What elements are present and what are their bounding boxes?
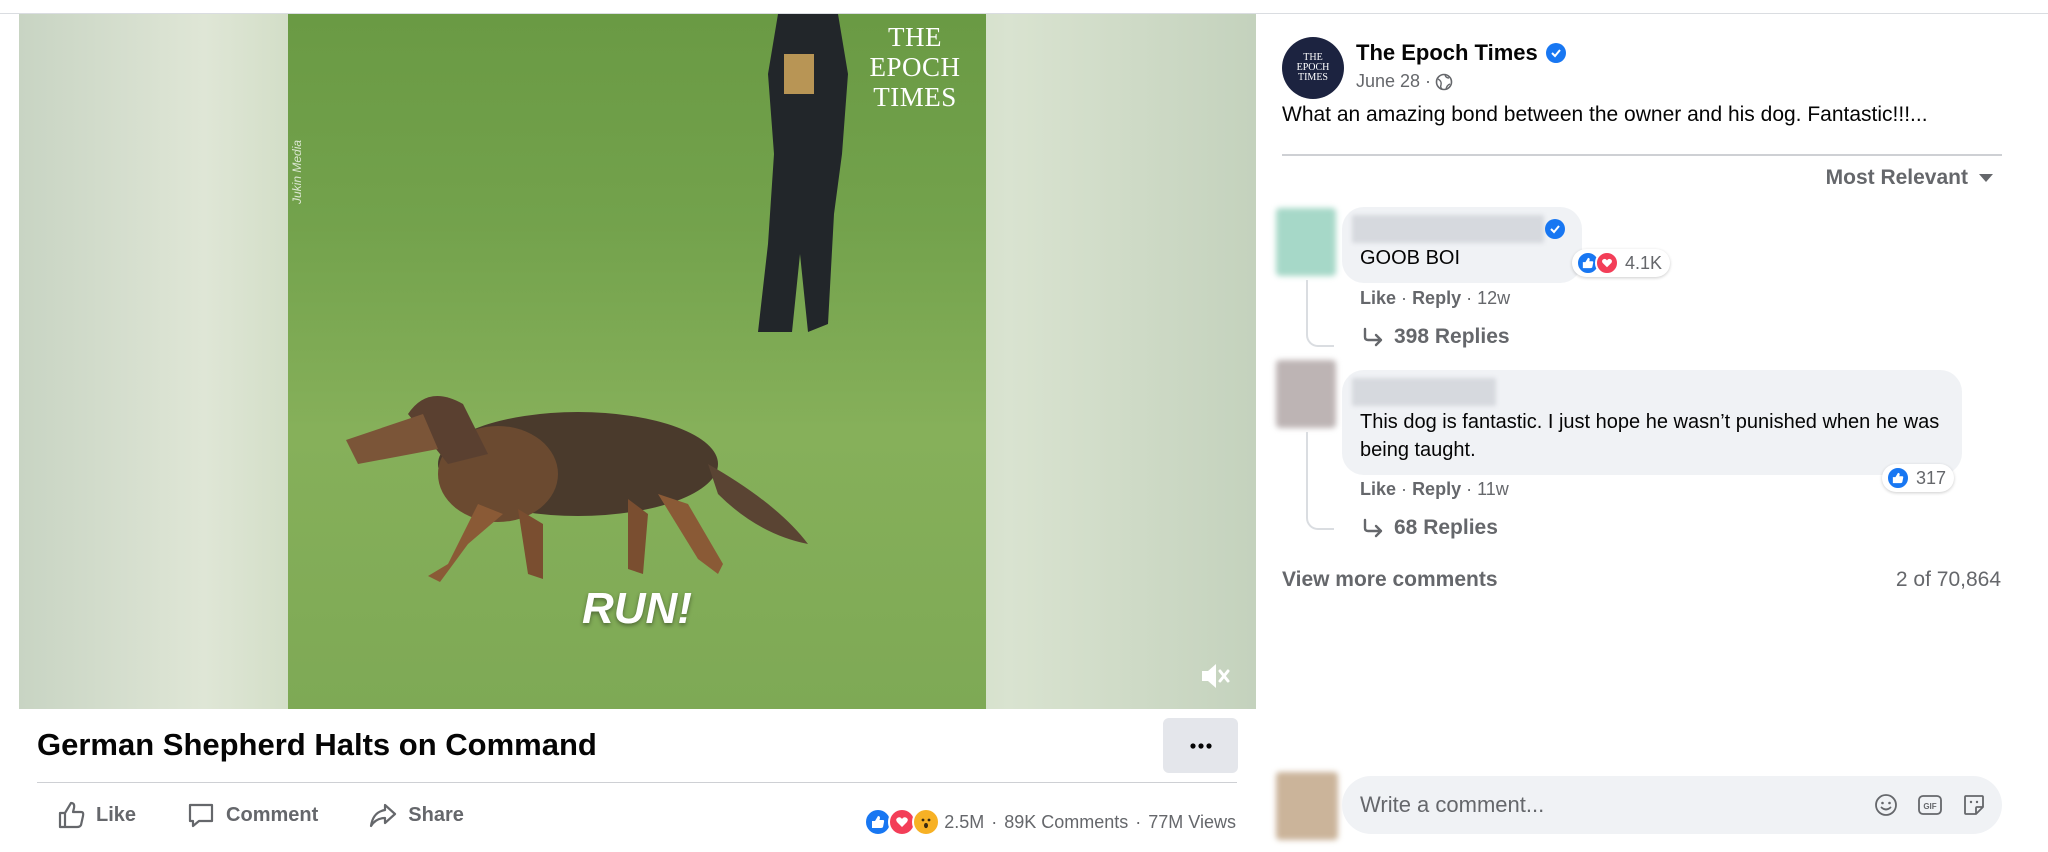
view-replies-link[interactable]: 68 Replies: [1362, 516, 1498, 540]
post-caption[interactable]: What an amazing bond between the owner a…: [1282, 103, 1928, 127]
post-actions: Like Comment Share: [56, 800, 464, 830]
comment-bubble: GOOB BOI: [1342, 207, 1582, 283]
page-avatar[interactable]: THE EPOCH TIMES: [1282, 37, 1344, 99]
divider: [1282, 154, 2002, 156]
comment-like-link[interactable]: Like: [1360, 288, 1396, 308]
comment-reaction-count: 317: [1916, 467, 1947, 488]
commenter-name-blurred: [1352, 378, 1496, 406]
comment-input[interactable]: [1360, 776, 1860, 834]
share-button[interactable]: Share: [368, 800, 464, 830]
comment-bubble: This dog is fantastic. I just hope he wa…: [1342, 370, 1962, 475]
caret-down-icon: [1979, 174, 1993, 182]
more-options-button[interactable]: [1163, 718, 1238, 773]
mute-button[interactable]: [1198, 659, 1232, 693]
comment-text: GOOB BOI: [1360, 247, 1461, 269]
reaction-count[interactable]: 2.5M: [944, 812, 984, 833]
comment-reply-link[interactable]: Reply: [1412, 479, 1461, 499]
reply-arrow-icon: [1363, 518, 1383, 538]
watermark-line: TIMES: [873, 82, 957, 112]
video-player[interactable]: THE EPOCH TIMES Jukin Media RUN!: [19, 14, 1256, 709]
comment-button[interactable]: Comment: [186, 800, 318, 830]
comments-count-indicator: 2 of 70,864: [1895, 568, 2001, 591]
view-replies-link[interactable]: 398 Replies: [1362, 325, 1510, 349]
post-date[interactable]: June 28 ·: [1356, 71, 1453, 92]
comments-count[interactable]: 89K Comments: [1004, 812, 1128, 833]
commenter-avatar[interactable]: [1276, 208, 1336, 276]
composer-tools: GIF: [1872, 791, 1988, 819]
comment-reply-link[interactable]: Reply: [1412, 288, 1461, 308]
globe-icon: [1435, 73, 1453, 90]
comment-like-link[interactable]: Like: [1360, 479, 1396, 499]
comment-meta: Like · Reply · 12w: [1360, 288, 1510, 309]
video-overlay-text: RUN!: [582, 584, 692, 633]
speaker-muted-icon: [1202, 664, 1230, 688]
reply-arrow-icon: [1363, 327, 1383, 347]
more-dots-icon: [1189, 742, 1212, 749]
commenter-name-blurred: [1352, 215, 1544, 243]
reaction-icons[interactable]: [864, 808, 941, 836]
separator: ·: [1401, 288, 1408, 308]
share-label: Share: [408, 803, 464, 826]
gif-icon[interactable]: GIF: [1916, 791, 1944, 819]
wow-reaction-icon: [912, 808, 941, 836]
page-name: The Epoch Times: [1356, 40, 1538, 65]
separator: ·: [1466, 288, 1473, 308]
separator: ·: [1466, 479, 1473, 499]
comment-text: This dog is fantastic. I just hope he wa…: [1360, 411, 1940, 461]
page-name-link[interactable]: The Epoch Times: [1356, 40, 1566, 66]
post-date-text: June 28 ·: [1356, 71, 1432, 91]
sort-dropdown[interactable]: Most Relevant: [1826, 166, 1994, 190]
watermark-line: EPOCH: [869, 52, 961, 82]
video-title: German Shepherd Halts on Command: [37, 727, 597, 762]
thread-line: [1306, 432, 1334, 530]
love-reaction-icon: [1595, 251, 1619, 275]
my-avatar[interactable]: [1276, 772, 1338, 840]
verified-badge-icon: [1545, 43, 1566, 63]
comment-meta: Like · Reply · 11w: [1360, 479, 1509, 500]
comment-label: Comment: [226, 803, 319, 826]
video-frame[interactable]: THE EPOCH TIMES Jukin Media RUN!: [288, 14, 986, 709]
thread-line: [1306, 280, 1334, 347]
commenter-avatar[interactable]: [1276, 360, 1336, 428]
like-button[interactable]: Like: [56, 800, 136, 830]
separator: ·: [1401, 479, 1408, 499]
separator: ·: [1135, 811, 1142, 832]
sort-label: Most Relevant: [1825, 166, 1968, 189]
separator: ·: [991, 811, 998, 832]
speech-bubble-icon: [188, 803, 214, 828]
views-count: 77M Views: [1148, 811, 1236, 832]
like-reaction-icon: [1886, 466, 1910, 490]
comment-time[interactable]: 12w: [1477, 288, 1510, 308]
man-figure: [758, 14, 848, 332]
svg-text:GIF: GIF: [1923, 802, 1936, 811]
emoji-icon[interactable]: [1872, 791, 1900, 819]
divider: [37, 782, 1237, 783]
replies-count: 398 Replies: [1394, 325, 1510, 348]
watermark-line: THE: [888, 22, 942, 52]
video-watermark: THE EPOCH TIMES: [860, 22, 970, 112]
video-credit: Jukin Media: [290, 139, 304, 204]
like-label: Like: [96, 803, 137, 826]
thumbs-up-icon: [58, 801, 85, 829]
avatar-text: TIMES: [1297, 72, 1328, 83]
comment-reaction-count: 4.1K: [1625, 252, 1663, 273]
post-stats: 2.5M · 89K Comments · 77M Views: [864, 808, 1236, 836]
comment-reactions[interactable]: 317: [1882, 464, 1955, 492]
comment-composer[interactable]: GIF: [1342, 776, 2002, 834]
sticker-icon[interactable]: [1960, 791, 1988, 819]
view-more-comments-link[interactable]: View more comments: [1282, 568, 1498, 592]
comment-reactions[interactable]: 4.1K: [1572, 249, 1671, 277]
replies-count: 68 Replies: [1394, 516, 1498, 539]
comment-time[interactable]: 11w: [1477, 479, 1509, 499]
share-arrow-icon: [370, 803, 397, 828]
dog-figure: [346, 396, 808, 582]
verified-badge-icon: [1545, 219, 1565, 239]
